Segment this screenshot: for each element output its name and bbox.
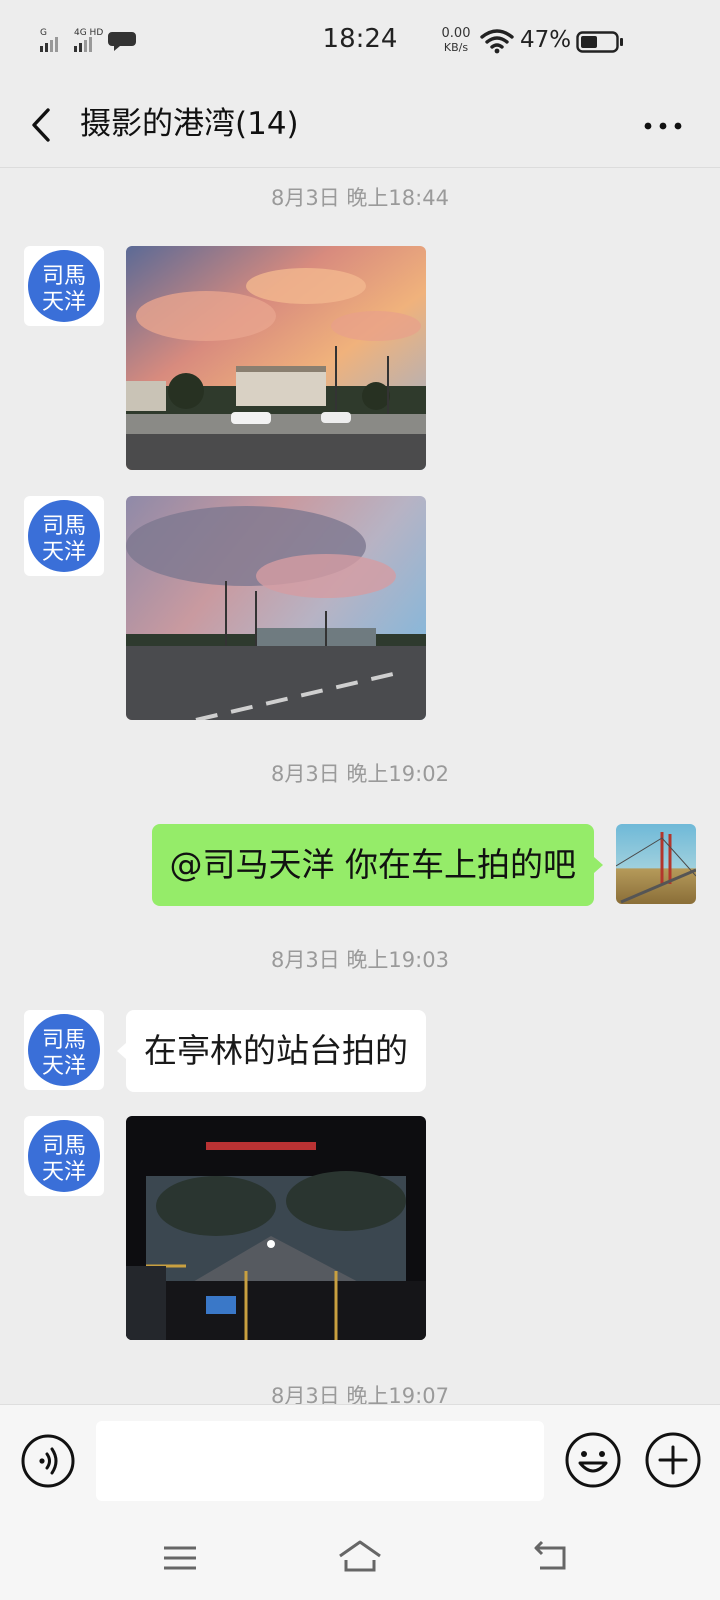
avatar-text-2: 天洋 bbox=[42, 540, 86, 565]
system-navigation-bar bbox=[0, 1516, 720, 1600]
avatar-logo: 司馬 天洋 bbox=[24, 1116, 104, 1196]
avatar-text-1: 司馬 bbox=[42, 1028, 86, 1053]
bubble-tail bbox=[594, 857, 603, 873]
sender-avatar[interactable]: 司馬 天洋 bbox=[24, 246, 104, 326]
network-speed-unit: KB/s bbox=[443, 41, 469, 54]
bridge-avatar-image bbox=[616, 824, 696, 904]
avatar-logo: 司馬 天洋 bbox=[24, 1010, 104, 1090]
avatar-logo: 司馬 天洋 bbox=[24, 246, 104, 326]
image-message-sunset-street[interactable] bbox=[126, 246, 426, 470]
image-message-sunset-road[interactable] bbox=[126, 496, 426, 720]
chat-title: 摄影的港湾(14) bbox=[80, 106, 299, 142]
voice-input-icon[interactable] bbox=[20, 1433, 76, 1489]
avatar-logo: 司馬 天洋 bbox=[24, 496, 104, 576]
sender-avatar[interactable]: 司馬 天洋 bbox=[24, 496, 104, 576]
battery-icon bbox=[576, 31, 623, 53]
more-options-icon[interactable] bbox=[640, 106, 690, 146]
message-timestamp: 8月3日 晚上18:44 bbox=[271, 186, 449, 210]
battery-percent: 47% bbox=[520, 27, 572, 53]
wifi-icon bbox=[480, 29, 514, 54]
back-arrow-icon[interactable] bbox=[22, 100, 62, 150]
chat-header: 摄影的港湾(14) bbox=[0, 82, 720, 168]
emoji-icon[interactable] bbox=[564, 1431, 622, 1489]
bubble-tail bbox=[117, 1043, 126, 1059]
system-back-icon[interactable] bbox=[530, 1538, 570, 1574]
message-timestamp: 8月3日 晚上19:02 bbox=[271, 762, 449, 786]
sender-avatar[interactable]: 司馬 天洋 bbox=[24, 1116, 104, 1196]
avatar-text-1: 司馬 bbox=[42, 514, 86, 539]
avatar-text-1: 司馬 bbox=[42, 1134, 86, 1159]
menu-icon[interactable] bbox=[160, 1540, 200, 1576]
network-speed: 0.00 KB/s bbox=[436, 27, 476, 55]
avatar-text-2: 天洋 bbox=[42, 1160, 86, 1185]
image-message-bus-windshield[interactable] bbox=[126, 1116, 426, 1340]
photo-image bbox=[126, 496, 426, 720]
message-input[interactable] bbox=[96, 1421, 544, 1501]
network-speed-value: 0.00 bbox=[441, 26, 471, 41]
photo-image bbox=[126, 246, 426, 470]
chat-input-bar bbox=[0, 1404, 720, 1516]
add-more-icon[interactable] bbox=[644, 1431, 702, 1489]
avatar-text-2: 天洋 bbox=[42, 290, 86, 315]
avatar-text-2: 天洋 bbox=[42, 1054, 86, 1079]
outgoing-text-message[interactable]: @司马天洋 你在车上拍的吧 bbox=[151, 824, 594, 906]
message-timestamp: 8月3日 晚上19:03 bbox=[271, 948, 449, 972]
incoming-text-message[interactable]: 在亭林的站台拍的 bbox=[126, 1010, 426, 1092]
sender-avatar[interactable]: 司馬 天洋 bbox=[24, 1010, 104, 1090]
photo-image bbox=[126, 1116, 426, 1340]
status-bar: G 4G HD 18:24 0.00 KB/s 47% bbox=[0, 0, 720, 82]
avatar-text-1: 司馬 bbox=[42, 264, 86, 289]
my-avatar[interactable] bbox=[616, 824, 696, 904]
home-icon[interactable] bbox=[336, 1536, 384, 1576]
